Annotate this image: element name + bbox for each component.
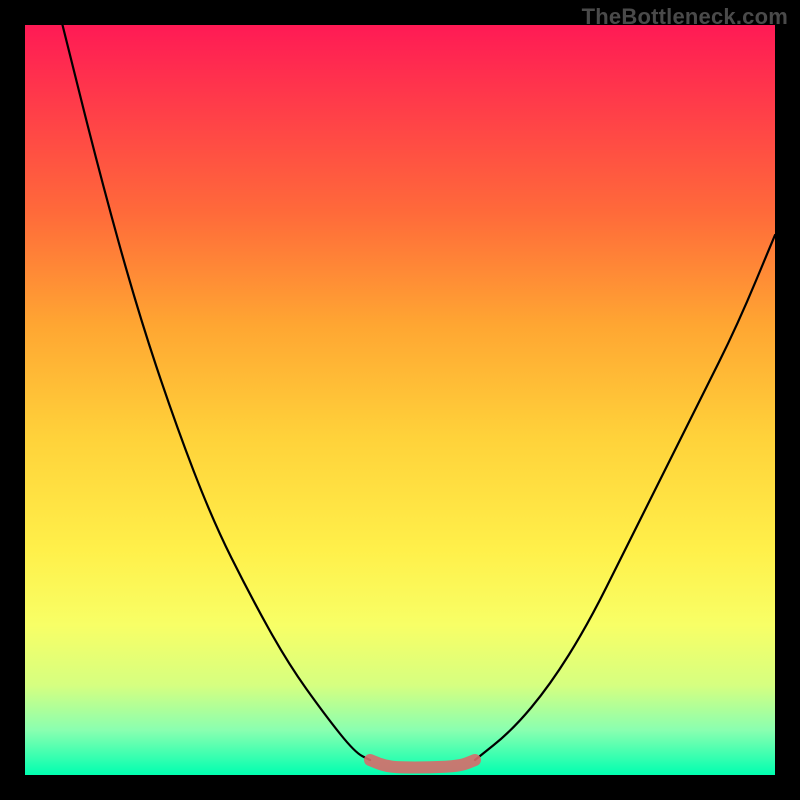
flat-bottom-highlight <box>370 760 475 768</box>
chart-plot-area <box>25 25 775 775</box>
chart-svg <box>25 25 775 775</box>
curve-left <box>63 25 371 760</box>
curve-right <box>475 235 775 760</box>
watermark-text: TheBottleneck.com <box>582 4 788 30</box>
